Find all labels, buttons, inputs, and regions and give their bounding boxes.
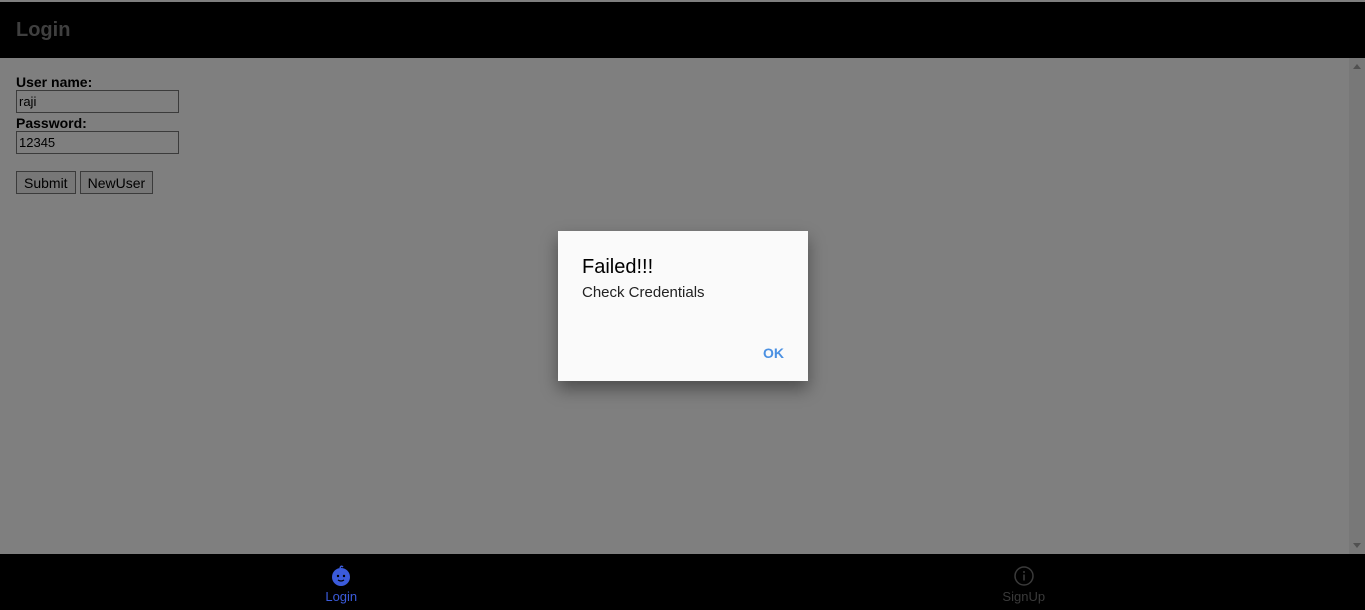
tab-login-label: Login (325, 588, 358, 604)
alert-dialog: Failed!!! Check Credentials OK (558, 231, 808, 381)
dialog-title: Failed!!! (582, 256, 654, 278)
dialog-message: Check Credentials (582, 284, 705, 301)
tab-login[interactable]: Login (0, 554, 683, 610)
tab-signup-label: SignUp (1002, 588, 1046, 604)
ok-button[interactable]: OK (763, 345, 784, 361)
tab-signup[interactable]: SignUp (683, 554, 1365, 610)
bottom-tab-bar: Login SignUp (0, 554, 1365, 610)
info-icon (1014, 565, 1034, 586)
baby-face-icon (332, 564, 351, 586)
